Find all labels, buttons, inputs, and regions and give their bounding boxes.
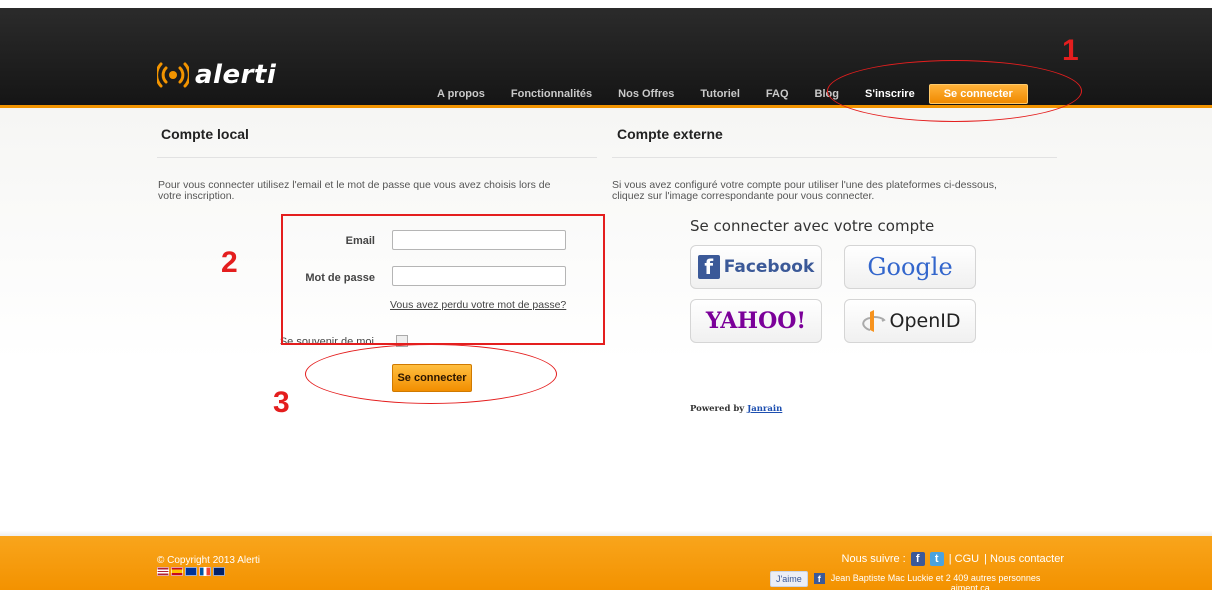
spain-flag-icon[interactable] — [171, 567, 183, 576]
nav-a-propos[interactable]: A propos — [437, 88, 485, 100]
external-description: Si vous avez configuré votre compte pour… — [612, 180, 1062, 202]
powered-by: Powered by Janrain — [690, 404, 782, 414]
main-content — [0, 108, 1212, 530]
external-account-title: Compte externe — [617, 126, 723, 142]
openid-login-button[interactable]: OpenID — [844, 299, 976, 343]
facebook-icon: f — [697, 255, 720, 279]
powered-by-text: Powered by — [690, 404, 745, 414]
facebook-social-icon[interactable]: f — [910, 552, 925, 566]
google-label: Google — [867, 253, 953, 281]
annotation-ellipse-3 — [305, 344, 557, 404]
external-description-line2: cliquez sur l'image correspondante pour … — [612, 190, 875, 202]
annotation-number-2: 2 — [221, 246, 238, 279]
like-text-line2: aiment ça. — [950, 583, 993, 593]
nav-fonctionnalites[interactable]: Fonctionnalités — [511, 88, 592, 100]
like-text: Jean Baptiste Mac Luckie et 2 409 autres… — [831, 573, 1041, 593]
alerti-signal-icon — [157, 62, 189, 88]
eu-flag-icon[interactable] — [185, 567, 197, 576]
yahoo-login-button[interactable]: YAHOO! — [690, 299, 822, 343]
annotation-number-3: 3 — [273, 386, 290, 419]
openid-icon — [861, 310, 886, 332]
twitter-social-icon[interactable]: t — [929, 552, 944, 566]
us-flag-icon[interactable] — [157, 567, 169, 576]
language-flags — [157, 567, 225, 576]
annotation-ellipse-1 — [827, 60, 1082, 122]
like-text-line1: Jean Baptiste Mac Luckie et 2 409 autres… — [830, 573, 1041, 583]
local-account-title: Compte local — [161, 126, 249, 142]
nav-nos-offres[interactable]: Nos Offres — [618, 88, 674, 100]
contact-link[interactable]: | Nous contacter — [984, 553, 1064, 565]
yahoo-label: YAHOO! — [705, 308, 807, 334]
nav-tutoriel[interactable]: Tutoriel — [700, 88, 740, 100]
openid-label: OpenID — [889, 310, 961, 332]
nav-faq[interactable]: FAQ — [766, 88, 789, 100]
like-facebook-icon: f — [813, 573, 825, 584]
annotation-number-1: 1 — [1062, 34, 1079, 67]
like-button[interactable]: J'aime — [770, 571, 808, 587]
annotation-rect-2 — [281, 214, 605, 345]
uk-flag-icon[interactable] — [213, 567, 225, 576]
france-flag-icon[interactable] — [199, 567, 211, 576]
local-description-line2: votre inscription. — [158, 190, 235, 202]
providers-title: Se connecter avec votre compte — [690, 217, 935, 235]
external-divider — [612, 157, 1057, 158]
local-description: Pour vous connecter utilisez l'email et … — [158, 180, 608, 202]
facebook-login-button[interactable]: f Facebook — [690, 245, 822, 289]
alerti-logo[interactable]: alerti — [157, 60, 276, 90]
facebook-label: Facebook — [723, 257, 815, 277]
copyright-text: © Copyright 2013 Alerti — [157, 555, 260, 566]
cgu-link[interactable]: | CGU — [949, 553, 979, 565]
follow-bar: Nous suivre : f t | CGU | Nous contacter — [842, 552, 1064, 566]
logo-text: alerti — [195, 60, 277, 90]
local-divider — [157, 157, 597, 158]
follow-label: Nous suivre : — [841, 553, 906, 565]
google-login-button[interactable]: Google — [844, 245, 976, 289]
janrain-link[interactable]: Janrain — [747, 404, 782, 414]
